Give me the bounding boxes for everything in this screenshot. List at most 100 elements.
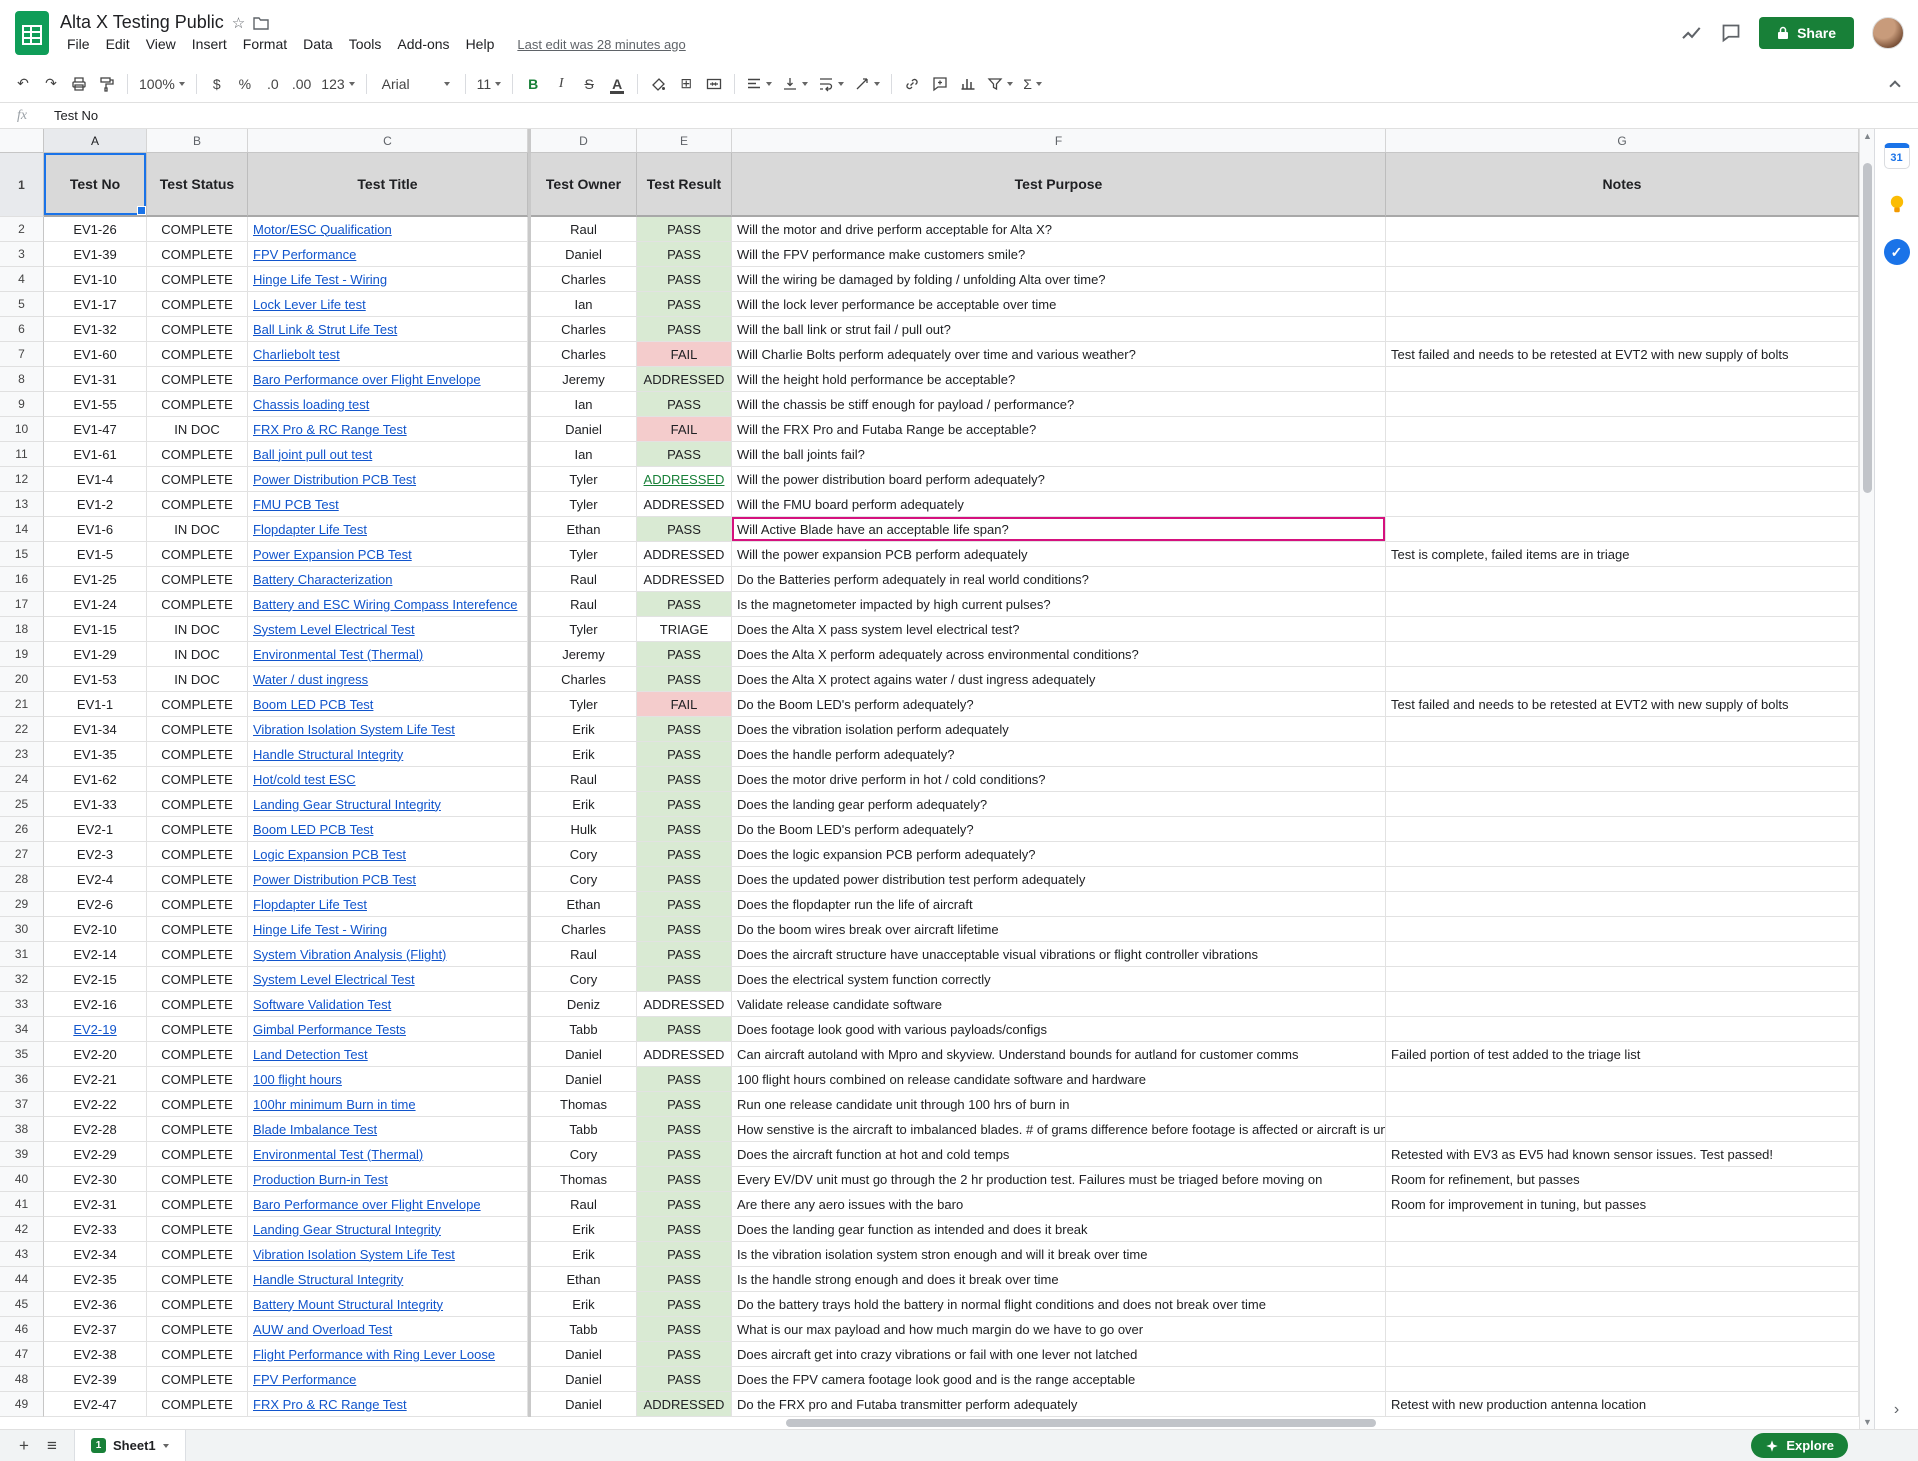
vertical-scrollbar-thumb[interactable]	[1863, 163, 1872, 493]
cell-test-title[interactable]: Handle Structural Integrity	[248, 1267, 528, 1292]
cell-test-owner[interactable]: Raul	[531, 592, 637, 617]
row-number-12[interactable]: 12	[0, 467, 44, 492]
cell-test-result[interactable]: PASS	[637, 392, 732, 417]
fill-color-button[interactable]	[645, 71, 671, 97]
cell-test-result[interactable]: PASS	[637, 817, 732, 842]
zoom-select[interactable]: 100%	[135, 71, 189, 97]
cell-test-status[interactable]: COMPLETE	[147, 392, 248, 417]
vertical-align-button[interactable]	[778, 71, 812, 97]
borders-button[interactable]: ⊞	[673, 71, 699, 97]
cell-test-no[interactable]: EV2-47	[44, 1392, 147, 1417]
cell-test-result[interactable]: PASS	[637, 1267, 732, 1292]
row-number-17[interactable]: 17	[0, 592, 44, 617]
cell-test-status[interactable]: COMPLETE	[147, 892, 248, 917]
cell-test-result[interactable]: PASS	[637, 267, 732, 292]
row-number-7[interactable]: 7	[0, 342, 44, 367]
cell-test-owner[interactable]: Ian	[531, 292, 637, 317]
cell-test-result[interactable]: PASS	[637, 1142, 732, 1167]
cell-notes[interactable]	[1386, 842, 1859, 867]
cell-test-result[interactable]: PASS	[637, 1117, 732, 1142]
cell-test-purpose[interactable]: Is the vibration isolation system stron …	[732, 1242, 1386, 1267]
row-number-44[interactable]: 44	[0, 1267, 44, 1292]
cell-test-status[interactable]: COMPLETE	[147, 442, 248, 467]
cell-test-purpose[interactable]: Is the handle strong enough and does it …	[732, 1267, 1386, 1292]
cell-test-result[interactable]: PASS	[637, 442, 732, 467]
cell-test-result[interactable]: ADDRESSED	[637, 567, 732, 592]
row-number-36[interactable]: 36	[0, 1067, 44, 1092]
cell-test-status[interactable]: COMPLETE	[147, 242, 248, 267]
cell-test-owner[interactable]: Daniel	[531, 1392, 637, 1417]
paint-format-button[interactable]	[94, 71, 120, 97]
cell-test-no[interactable]: EV2-21	[44, 1067, 147, 1092]
cell-test-owner[interactable]: Raul	[531, 567, 637, 592]
cell-notes[interactable]	[1386, 1242, 1859, 1267]
cell-test-purpose[interactable]: Will the power expansion PCB perform ade…	[732, 542, 1386, 567]
share-button[interactable]: Share	[1759, 17, 1854, 49]
cell-test-purpose[interactable]: Does the aircraft function at hot and co…	[732, 1142, 1386, 1167]
row-number-19[interactable]: 19	[0, 642, 44, 667]
cell-test-no[interactable]: EV1-53	[44, 667, 147, 692]
cell-test-purpose[interactable]: Does the handle perform adequately?	[732, 742, 1386, 767]
cell-test-purpose[interactable]: Run one release candidate unit through 1…	[732, 1092, 1386, 1117]
cell-test-purpose[interactable]: Validate release candidate software	[732, 992, 1386, 1017]
cell-test-status[interactable]: COMPLETE	[147, 592, 248, 617]
cell-test-owner[interactable]: Tabb	[531, 1317, 637, 1342]
cell-test-no[interactable]: EV1-1	[44, 692, 147, 717]
cell-test-title[interactable]: Chassis loading test	[248, 392, 528, 417]
insert-chart-button[interactable]	[955, 71, 981, 97]
cell-test-title[interactable]: Gimbal Performance Tests	[248, 1017, 528, 1042]
cell-test-purpose[interactable]: Do the Boom LED's perform adequately?	[732, 692, 1386, 717]
cell-test-status[interactable]: IN DOC	[147, 667, 248, 692]
cell-test-result[interactable]: ADDRESSED	[637, 367, 732, 392]
row-number-23[interactable]: 23	[0, 742, 44, 767]
cell-test-result[interactable]: FAIL	[637, 692, 732, 717]
cell-notes[interactable]	[1386, 767, 1859, 792]
cell-test-owner[interactable]: Cory	[531, 842, 637, 867]
row-number-30[interactable]: 30	[0, 917, 44, 942]
cell-test-title[interactable]: Baro Performance over Flight Envelope	[248, 1192, 528, 1217]
column-header-A[interactable]: A	[44, 129, 147, 152]
cell-test-no[interactable]: EV2-36	[44, 1292, 147, 1317]
cell-test-result[interactable]: PASS	[637, 867, 732, 892]
cell-test-owner[interactable]: Jeremy	[531, 367, 637, 392]
row-number-28[interactable]: 28	[0, 867, 44, 892]
horizontal-scrollbar-thumb[interactable]	[786, 1419, 1376, 1427]
cell-test-purpose[interactable]: Does the updated power distribution test…	[732, 867, 1386, 892]
cell-test-result[interactable]: PASS	[637, 292, 732, 317]
horizontal-scrollbar[interactable]	[0, 1417, 1859, 1429]
cell-test-owner[interactable]: Raul	[531, 217, 637, 242]
row-number-32[interactable]: 32	[0, 967, 44, 992]
cell-notes[interactable]	[1386, 1117, 1859, 1142]
cell-test-owner[interactable]: Daniel	[531, 1042, 637, 1067]
cell-test-title[interactable]: Logic Expansion PCB Test	[248, 842, 528, 867]
cell-test-title[interactable]: Flopdapter Life Test	[248, 892, 528, 917]
cell-test-title[interactable]: Land Detection Test	[248, 1042, 528, 1067]
cell-test-no[interactable]: EV1-55	[44, 392, 147, 417]
cell-test-result[interactable]: PASS	[637, 1217, 732, 1242]
cell-notes[interactable]: Room for improvement in tuning, but pass…	[1386, 1192, 1859, 1217]
cell-test-no[interactable]: EV2-31	[44, 1192, 147, 1217]
cell-test-owner[interactable]: Erik	[531, 792, 637, 817]
cell-test-title[interactable]: FPV Performance	[248, 242, 528, 267]
row-number-38[interactable]: 38	[0, 1117, 44, 1142]
format-currency-button[interactable]: $	[204, 71, 230, 97]
cell-test-purpose[interactable]: Will Charlie Bolts perform adequately ov…	[732, 342, 1386, 367]
cell-test-no[interactable]: EV2-37	[44, 1317, 147, 1342]
cell-test-purpose[interactable]: Will the height hold performance be acce…	[732, 367, 1386, 392]
row-number-37[interactable]: 37	[0, 1092, 44, 1117]
row-number-42[interactable]: 42	[0, 1217, 44, 1242]
cell-notes[interactable]	[1386, 517, 1859, 542]
cell-test-title[interactable]: Environmental Test (Thermal)	[248, 642, 528, 667]
cell-test-result[interactable]: ADDRESSED	[637, 467, 732, 492]
cell-notes[interactable]: Room for refinement, but passes	[1386, 1167, 1859, 1192]
cell-test-owner[interactable]: Ethan	[531, 892, 637, 917]
menu-addons[interactable]: Add-ons	[390, 35, 456, 53]
cell-test-owner[interactable]: Erik	[531, 1242, 637, 1267]
row-number-20[interactable]: 20	[0, 667, 44, 692]
keep-icon[interactable]	[1884, 191, 1910, 217]
menu-tools[interactable]: Tools	[342, 35, 389, 53]
cell-test-status[interactable]: COMPLETE	[147, 842, 248, 867]
cell-test-status[interactable]: COMPLETE	[147, 1317, 248, 1342]
star-icon[interactable]: ☆	[232, 14, 245, 32]
cell-test-result[interactable]: PASS	[637, 942, 732, 967]
